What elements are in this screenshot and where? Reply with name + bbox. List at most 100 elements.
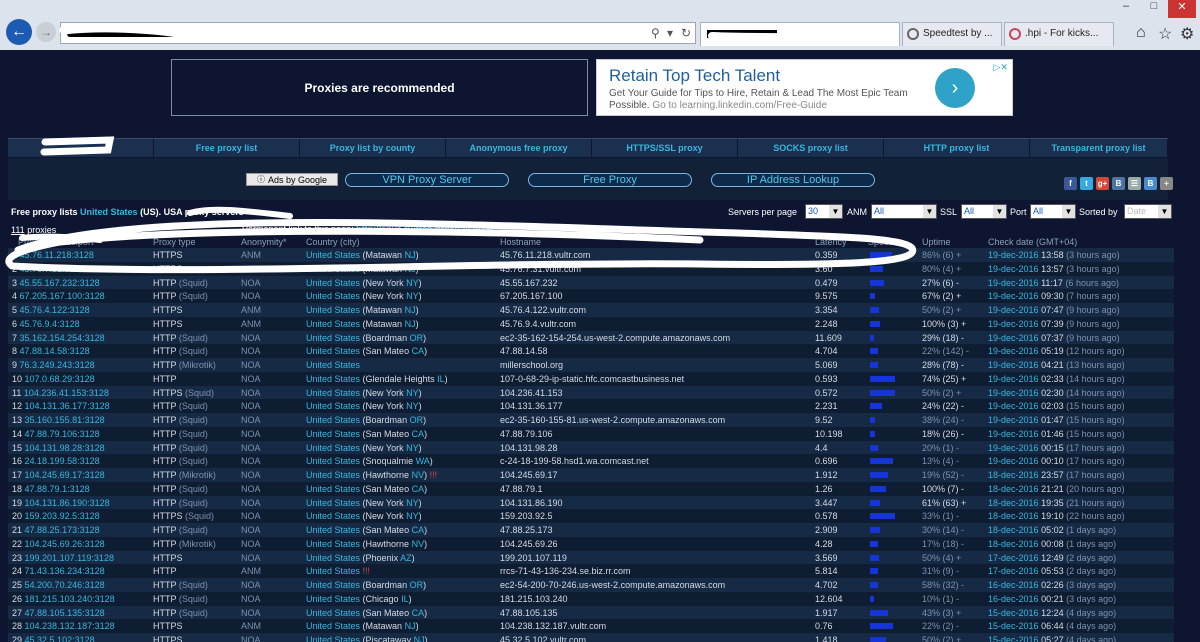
favorites-icon[interactable]: ☆ — [1158, 24, 1172, 44]
nav-transparent-proxy[interactable]: Transparent proxy list — [1030, 139, 1168, 157]
country[interactable]: United States — [306, 443, 360, 453]
ip-port[interactable]: 45.32.5.102:3128 — [25, 635, 95, 642]
twitter-icon[interactable]: t — [1080, 177, 1093, 190]
nav-https-ssl-proxy[interactable]: HTTPS/SSL proxy — [592, 139, 738, 157]
country[interactable]: United States — [306, 635, 360, 642]
state[interactable]: AZ — [400, 553, 412, 563]
state[interactable]: CA — [412, 346, 425, 356]
country[interactable]: United States — [306, 580, 360, 590]
state[interactable]: NY — [406, 498, 419, 508]
facebook-icon[interactable]: f — [1064, 177, 1077, 190]
address-bar[interactable]: ⚲ ▾ ↻ — [60, 22, 696, 44]
date[interactable]: 19-dec-2016 — [988, 456, 1039, 466]
ip-port[interactable]: 104.131.86.190:3128 — [25, 498, 110, 508]
ip-port[interactable]: 71.43.136.234:3128 — [25, 566, 105, 576]
servers-per-page-select[interactable]: 30 ▼ — [805, 204, 843, 219]
ip-port[interactable]: 181.215.103.240:3128 — [25, 594, 115, 604]
country[interactable]: United States — [306, 511, 360, 521]
state[interactable]: NV — [412, 539, 425, 549]
ip-port[interactable]: 47.88.79.1:3128 — [25, 484, 90, 494]
date[interactable]: 18-dec-2016 — [988, 511, 1039, 521]
ads-by-google-button[interactable]: ⓘ Ads by Google — [246, 173, 338, 186]
header-uptime[interactable]: Uptime — [922, 236, 951, 248]
state[interactable]: NJ — [405, 250, 416, 260]
date[interactable]: 19-dec-2016 — [988, 305, 1039, 315]
state[interactable]: IL — [437, 374, 445, 384]
header-check-date[interactable]: Check date (GMT+04) — [988, 236, 1077, 248]
ip-port[interactable]: 67.205.167.100:3128 — [20, 291, 105, 301]
ip-port[interactable]: 104.131.98.28:3128 — [25, 443, 105, 453]
state[interactable]: CA — [412, 429, 425, 439]
country[interactable]: United States — [306, 374, 360, 384]
date[interactable]: 16-dec-2016 — [988, 580, 1039, 590]
country[interactable]: United States — [306, 291, 360, 301]
date[interactable]: 19-dec-2016 — [988, 429, 1039, 439]
country[interactable]: United States — [306, 484, 360, 494]
country[interactable]: United States — [306, 498, 360, 508]
refresh-icon[interactable]: ↻ — [681, 26, 691, 40]
ip-port[interactable]: 54.200.70.246:3128 — [25, 580, 105, 590]
nav-socks-proxy[interactable]: SOCKS proxy list — [738, 139, 884, 157]
ip-port[interactable]: 45.76.7.31:3128 — [20, 264, 85, 274]
minimize-icon[interactable]: – — [1112, 0, 1140, 18]
dropdown-icon[interactable]: ▾ — [667, 26, 673, 40]
country[interactable]: United States — [306, 278, 360, 288]
state[interactable]: CA — [412, 484, 425, 494]
tab-current[interactable] — [700, 22, 900, 46]
ip-port[interactable]: 159.203.92.5:3128 — [25, 511, 100, 521]
date[interactable]: 19-dec-2016 — [988, 264, 1039, 274]
forward-arrow-icon[interactable]: → — [36, 22, 56, 42]
state[interactable]: NY — [406, 443, 419, 453]
header-country[interactable]: Country (city) — [306, 236, 360, 248]
country[interactable]: United States — [306, 594, 360, 604]
port-select[interactable]: All ▼ — [1030, 204, 1076, 219]
country[interactable]: United States — [306, 319, 360, 329]
state[interactable]: NY — [406, 388, 419, 398]
sorted-by-select[interactable]: Date ▼ — [1124, 204, 1172, 219]
ip-port[interactable]: 104.131.36.177:3128 — [25, 401, 110, 411]
header-hostname[interactable]: Hostname — [500, 236, 541, 248]
state[interactable]: NY — [406, 401, 419, 411]
ip-port[interactable]: 45.55.167.232:3128 — [20, 278, 100, 288]
header-anonymity[interactable]: Anonymity* — [241, 236, 287, 248]
country[interactable]: United States — [306, 388, 360, 398]
date[interactable]: 15-dec-2016 — [988, 635, 1039, 642]
date[interactable]: 18-dec-2016 — [988, 484, 1039, 494]
date[interactable]: 18-dec-2016 — [988, 525, 1039, 535]
state[interactable]: NJ — [405, 264, 416, 274]
free-proxy-button[interactable]: Free Proxy — [528, 173, 692, 187]
date[interactable]: 19-dec-2016 — [988, 250, 1039, 260]
ad-arrow-icon[interactable]: › — [935, 68, 975, 108]
country[interactable]: United States — [306, 360, 360, 370]
ip-port[interactable]: 47.88.14.58:3128 — [20, 346, 90, 356]
state[interactable]: CA — [412, 608, 425, 618]
date[interactable]: 19-dec-2016 — [988, 374, 1039, 384]
country[interactable]: United States — [306, 415, 360, 425]
ip-lookup-button[interactable]: IP Address Lookup — [711, 173, 875, 187]
maximize-icon[interactable]: □ — [1140, 0, 1168, 18]
blogger-icon[interactable]: B — [1144, 177, 1157, 190]
ip-port[interactable]: 35.160.155.81:3128 — [25, 415, 105, 425]
ip-port[interactable]: 47.88.79.106:3128 — [25, 429, 100, 439]
country[interactable]: United States — [306, 566, 360, 576]
ip-port[interactable]: 199.201.107.119:3128 — [25, 553, 114, 563]
close-icon[interactable]: ✕ — [1168, 0, 1196, 18]
country[interactable]: United States — [306, 539, 360, 549]
date[interactable]: 17-dec-2016 — [988, 566, 1039, 576]
ad-title[interactable]: Retain Top Tech Talent — [609, 66, 780, 86]
date[interactable]: 19-dec-2016 — [988, 319, 1039, 329]
country[interactable]: United States — [306, 525, 360, 535]
header-address[interactable]: Proxy address:port — [18, 236, 94, 248]
ip-port[interactable]: 104.236.41.153:3128 — [24, 388, 109, 398]
nav-free-proxy-list[interactable]: Free proxy list — [154, 139, 300, 157]
ip-port[interactable]: 35.162.154.254:3128 — [20, 333, 105, 343]
proxy-count-number[interactable]: 111 — [11, 225, 25, 235]
ip-port[interactable]: 76.3.249.243:3128 — [20, 360, 95, 370]
state[interactable]: NJ — [405, 319, 416, 329]
state[interactable]: WA — [416, 456, 430, 466]
ip-port[interactable]: 104.238.132.187:3128 — [25, 621, 115, 631]
state[interactable]: OR — [410, 415, 424, 425]
nav-home[interactable] — [8, 139, 154, 157]
nav-proxy-by-county[interactable]: Proxy list by county — [300, 139, 446, 157]
state[interactable]: NJ — [414, 635, 425, 642]
